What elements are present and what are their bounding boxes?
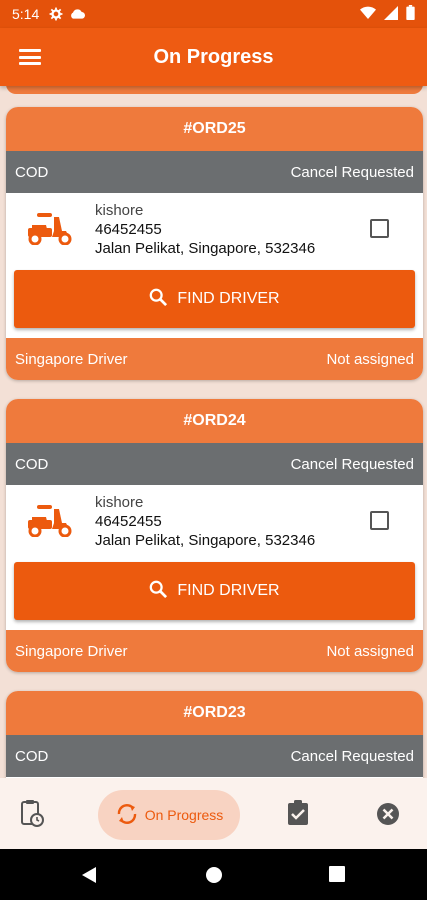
scooter-icon [24, 505, 74, 538]
back-icon[interactable] [80, 866, 98, 889]
status-time: 5:14 [12, 6, 40, 22]
find-driver-button[interactable]: FIND DRIVER [14, 562, 415, 620]
screen: 5:14 On Progress #ORD25 COD Cancel Reque… [0, 0, 427, 900]
customer-phone: 46452455 [95, 513, 162, 530]
order-card: #ORD25 COD Cancel Requested kishore 4645… [6, 107, 423, 380]
nav-on-progress[interactable]: On Progress [98, 790, 240, 840]
wifi-icon [360, 6, 376, 23]
order-status: Cancel Requested [290, 747, 414, 765]
payment-row: COD Cancel Requested [6, 443, 423, 485]
payment-method: COD [15, 163, 49, 181]
order-card: #ORD24 COD Cancel Requested kishore 4645… [6, 399, 423, 672]
nav-cancelled[interactable] [374, 802, 402, 830]
refresh-icon [115, 802, 139, 829]
recents-icon[interactable] [329, 866, 345, 887]
cancel-circle-icon [376, 802, 400, 831]
customer-address: Jalan Pelikat, Singapore, 532346 [95, 532, 316, 549]
page-title: On Progress [153, 45, 274, 68]
settings-icon [49, 7, 63, 21]
driver-status: Not assigned [326, 642, 414, 660]
assignment-done-icon [287, 799, 309, 831]
order-list[interactable]: #ORD25 COD Cancel Requested kishore 4645… [0, 86, 427, 778]
customer-phone: 46452455 [95, 221, 162, 238]
driver-status: Not assigned [326, 350, 414, 368]
order-details: kishore 46452455 Jalan Pelikat, Singapor… [6, 485, 423, 561]
previous-card-edge [6, 86, 423, 94]
customer-info: kishore 46452455 Jalan Pelikat, Singapor… [95, 201, 315, 258]
bottom-navigation: On Progress [0, 778, 427, 849]
select-checkbox[interactable] [370, 219, 389, 238]
signal-icon [384, 5, 398, 23]
cloud-icon [69, 8, 86, 20]
order-id: #ORD23 [6, 691, 423, 735]
nav-pending[interactable] [16, 799, 48, 832]
customer-name: kishore [95, 494, 144, 511]
nav-completed[interactable] [284, 799, 312, 831]
payment-row: COD Cancel Requested [6, 151, 423, 193]
search-icon [149, 580, 168, 603]
status-bar: 5:14 [0, 0, 427, 28]
status-right [360, 5, 415, 23]
home-icon[interactable] [205, 866, 223, 889]
menu-icon[interactable] [18, 46, 42, 68]
driver-row: Singapore Driver Not assigned [6, 338, 423, 380]
order-details: kishore 46452455 Jalan Pelikat, Singapor… [6, 193, 423, 269]
find-driver-label: FIND DRIVER [177, 290, 280, 307]
find-driver-label: FIND DRIVER [177, 582, 280, 599]
driver-row: Singapore Driver Not assigned [6, 630, 423, 672]
button-wrapper: FIND DRIVER [6, 561, 423, 630]
driver-type: Singapore Driver [15, 642, 128, 660]
payment-method: COD [15, 747, 49, 765]
customer-address: Jalan Pelikat, Singapore, 532346 [95, 240, 316, 257]
nav-on-progress-label: On Progress [144, 807, 224, 823]
find-driver-button[interactable]: FIND DRIVER [14, 270, 415, 328]
app-bar: On Progress [0, 28, 427, 86]
payment-method: COD [15, 455, 49, 473]
customer-name: kishore [95, 202, 144, 219]
system-navigation-bar [0, 849, 427, 900]
battery-icon [406, 5, 415, 23]
order-status: Cancel Requested [290, 163, 414, 181]
pending-clipboard-icon [20, 799, 44, 832]
driver-type: Singapore Driver [15, 350, 128, 368]
order-id: #ORD25 [6, 107, 423, 151]
customer-info: kishore 46452455 Jalan Pelikat, Singapor… [95, 493, 315, 550]
search-icon [149, 288, 168, 311]
payment-row: COD Cancel Requested [6, 735, 423, 777]
order-card: #ORD23 COD Cancel Requested [6, 691, 423, 778]
scooter-icon [24, 213, 74, 246]
order-status: Cancel Requested [290, 455, 414, 473]
select-checkbox[interactable] [370, 511, 389, 530]
order-id: #ORD24 [6, 399, 423, 443]
button-wrapper: FIND DRIVER [6, 269, 423, 338]
